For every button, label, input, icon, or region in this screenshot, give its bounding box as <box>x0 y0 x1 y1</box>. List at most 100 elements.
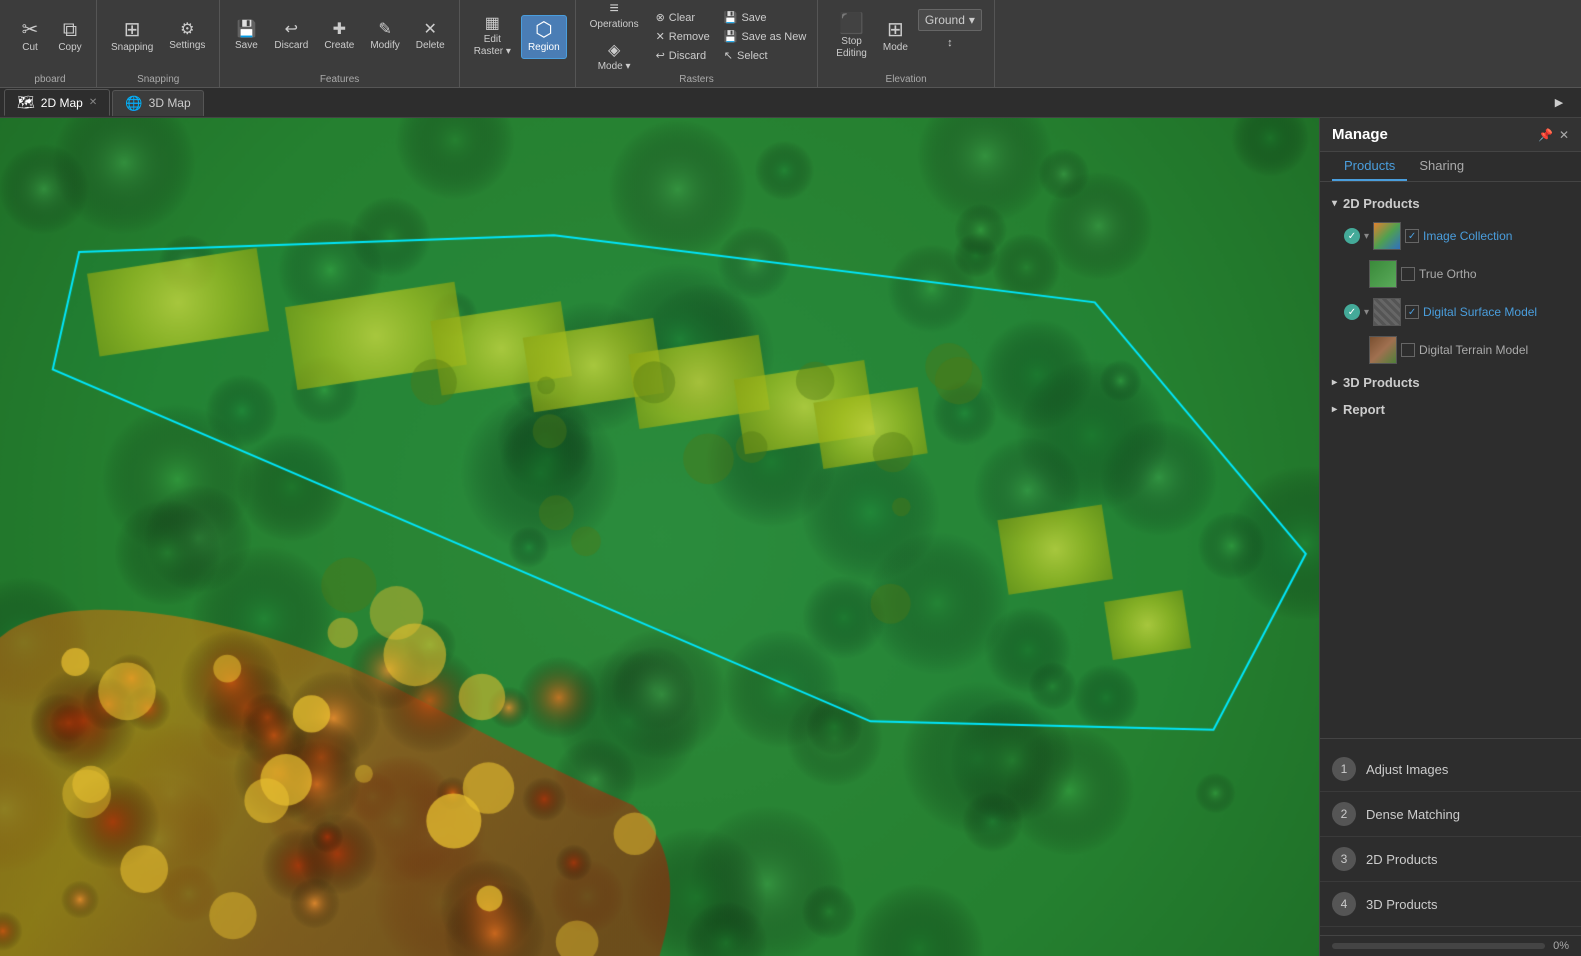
tab-bar: 🗺 2D Map ✕ 🌐 3D Map ▶ <box>0 88 1581 118</box>
cut-button[interactable]: ✂ Cut <box>12 16 48 58</box>
region-label: Region <box>528 42 560 54</box>
true-ortho-expand: ▸ <box>1360 269 1365 280</box>
settings-button[interactable]: ⚙ Settings <box>163 18 211 56</box>
true-ortho-label: True Ortho <box>1419 267 1477 281</box>
panel-pin-button[interactable]: 📌 <box>1538 128 1553 142</box>
save-button[interactable]: 💾 Save <box>228 18 264 56</box>
dsm-expand[interactable]: ▾ <box>1364 307 1369 318</box>
image-collection-check[interactable] <box>1405 229 1419 243</box>
operations-button[interactable]: ≡ Operations <box>584 0 645 35</box>
copy-label: Copy <box>58 42 81 54</box>
products-tab[interactable]: Products <box>1332 152 1407 181</box>
clipboard-group: ✂ Cut ⧉ Copy pboard <box>4 0 97 87</box>
modify-label: Modify <box>370 40 399 52</box>
remove-button[interactable]: ✕ Remove <box>653 29 713 44</box>
panel-toggle-icon: ▶ <box>1555 96 1563 109</box>
ground-chevron: ▾ <box>969 13 975 27</box>
edit-raster-button[interactable]: ▦ EditRaster ▾ <box>468 12 517 62</box>
section-3d-products[interactable]: ▸ 3D Products <box>1320 369 1581 396</box>
2d-map-tab-label: 2D Map <box>41 96 83 110</box>
3d-products-chevron: ▸ <box>1332 377 1337 388</box>
select-label: Select <box>737 50 768 62</box>
step-adjust-images[interactable]: 1 Adjust Images <box>1320 747 1581 792</box>
save-raster-button[interactable]: 💾 Save <box>721 10 810 25</box>
snapping-button[interactable]: ⊞ Snapping <box>105 16 159 58</box>
image-collection-expand[interactable]: ▾ <box>1364 231 1369 242</box>
tab-2d-map[interactable]: 🗺 2D Map ✕ <box>4 89 110 116</box>
dtm-item[interactable]: ▸ Digital Terrain Model <box>1320 331 1581 369</box>
toolbar: ✂ Cut ⧉ Copy pboard ⊞ Snapping ⚙ Setting… <box>0 0 1581 88</box>
elevation-arrows-icon: ↕ <box>947 37 953 49</box>
step-4-num: 4 <box>1332 892 1356 916</box>
workflow-steps: 1 Adjust Images 2 Dense Matching 3 2D Pr… <box>1320 738 1581 935</box>
image-collection-label: Image Collection <box>1423 229 1512 243</box>
dsm-thumb <box>1373 298 1401 326</box>
step-3d-products[interactable]: 4 3D Products <box>1320 882 1581 927</box>
ground-dropdown[interactable]: Ground ▾ <box>918 9 982 31</box>
discard-button[interactable]: ↩ Discard <box>268 18 314 56</box>
mode-icon: ◈ <box>608 43 620 59</box>
clear-button[interactable]: ⊗ Clear <box>653 10 713 25</box>
progress-label: 0% <box>1553 940 1569 952</box>
panel-close-button[interactable]: ✕ <box>1559 128 1569 142</box>
3d-map-tab-icon: 🌐 <box>125 95 142 112</box>
step-dense-matching[interactable]: 2 Dense Matching <box>1320 792 1581 837</box>
clipboard-group-label: pboard <box>4 74 96 85</box>
discard-label: Discard <box>274 40 308 52</box>
elevation-group-label: Elevation <box>818 74 994 85</box>
rasters-group-label: Rasters <box>576 74 818 85</box>
step-4-label: 3D Products <box>1366 897 1438 912</box>
clear-label: Clear <box>669 12 695 24</box>
2d-products-chevron: ▾ <box>1332 198 1337 209</box>
image-collection-status: ✓ <box>1344 228 1360 244</box>
create-label: Create <box>324 40 354 52</box>
step-2d-products[interactable]: 3 2D Products <box>1320 837 1581 882</box>
remove-icon: ✕ <box>656 30 665 43</box>
section-report[interactable]: ▸ Report <box>1320 396 1581 423</box>
right-panel: Manage 📌 ✕ Products Sharing ▾ 2D Product… <box>1319 118 1581 956</box>
delete-button[interactable]: ✕ Delete <box>410 18 451 56</box>
dsm-check[interactable] <box>1405 305 1419 319</box>
map-area[interactable] <box>0 118 1319 956</box>
2d-map-tab-close[interactable]: ✕ <box>89 97 97 108</box>
select-button[interactable]: ↖ Select <box>721 48 810 63</box>
mode-dropdown-button[interactable]: ◈ Mode ▾ <box>592 39 637 77</box>
copy-button[interactable]: ⧉ Copy <box>52 16 88 58</box>
tab-3d-map[interactable]: 🌐 3D Map <box>112 90 203 116</box>
dsm-item[interactable]: ✓ ▾ Digital Surface Model <box>1320 293 1581 331</box>
report-chevron: ▸ <box>1332 404 1337 415</box>
stop-editing-label: StopEditing <box>836 36 867 60</box>
snapping-label: Snapping <box>111 42 153 54</box>
mode-btn[interactable]: ⊞ Mode <box>877 16 914 58</box>
image-collection-item[interactable]: ✓ ▾ Image Collection <box>1320 217 1581 255</box>
save-as-new-button[interactable]: 💾 Save as New <box>721 29 810 44</box>
settings-icon: ⚙ <box>180 22 194 38</box>
section-2d-products[interactable]: ▾ 2D Products <box>1320 190 1581 217</box>
sharing-tab[interactable]: Sharing <box>1407 152 1476 181</box>
mode-label: Mode ▾ <box>598 61 631 73</box>
elevation-group: ⬛ StopEditing ⊞ Mode Ground ▾ ↕ Elevatio… <box>818 0 995 87</box>
dtm-check[interactable] <box>1401 343 1415 357</box>
panel-toggle-button[interactable]: ▶ <box>1541 94 1577 111</box>
step-2-label: Dense Matching <box>1366 807 1460 822</box>
delete-label: Delete <box>416 40 445 52</box>
discard-raster-button[interactable]: ↩ Discard <box>653 48 713 63</box>
region-icon: ⬡ <box>535 20 552 40</box>
stop-editing-button[interactable]: ⬛ StopEditing <box>830 10 873 64</box>
region-button[interactable]: ⬡ Region <box>521 15 567 59</box>
mode-btn-label: Mode <box>883 42 908 54</box>
cut-label: Cut <box>22 42 38 54</box>
create-button[interactable]: ✚ Create <box>318 18 360 56</box>
edit-raster-icon: ▦ <box>485 16 500 32</box>
panel-controls: 📌 ✕ <box>1538 128 1569 142</box>
progress-bar-area: 0% <box>1320 935 1581 956</box>
modify-button[interactable]: ✎ Modify <box>364 18 405 56</box>
remove-label: Remove <box>669 31 710 43</box>
elevation-arrows-btn[interactable]: ↕ <box>918 35 982 51</box>
step-3-num: 3 <box>1332 847 1356 871</box>
true-ortho-item[interactable]: ▸ True Ortho <box>1320 255 1581 293</box>
edit-region-group: ▦ EditRaster ▾ ⬡ Region <box>460 0 576 87</box>
dsm-label: Digital Surface Model <box>1423 305 1537 319</box>
step-3-label: 2D Products <box>1366 852 1438 867</box>
true-ortho-check[interactable] <box>1401 267 1415 281</box>
